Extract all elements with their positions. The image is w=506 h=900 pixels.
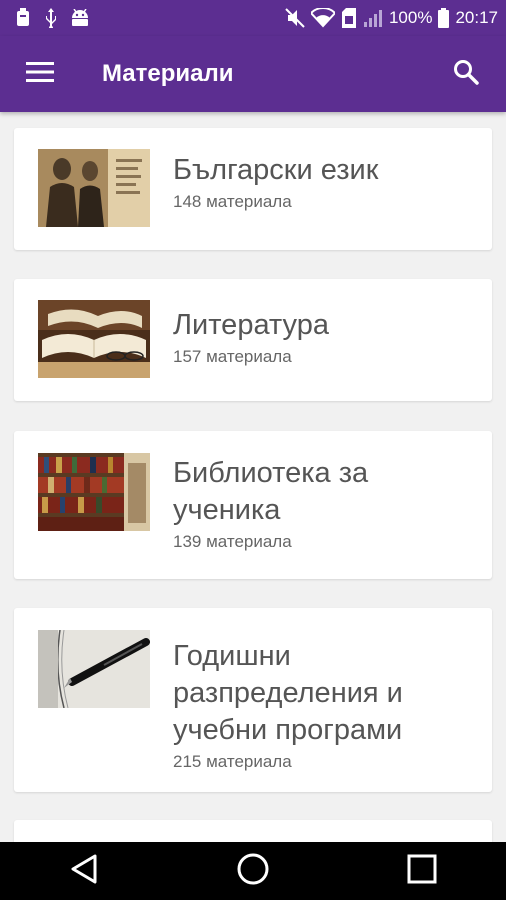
category-count: 148 материала <box>173 192 292 211</box>
category-title: Годишни разпределения и учебни програми <box>173 640 403 746</box>
category-text: Годишни разпределения и учебни програми … <box>173 638 478 773</box>
category-card[interactable]: Литература 157 материала <box>14 279 492 401</box>
back-button[interactable] <box>44 842 124 900</box>
clock: 20:17 <box>455 8 498 27</box>
wifi-icon <box>310 8 335 28</box>
storage-icon <box>14 8 32 28</box>
category-count: 215 материала <box>173 752 292 771</box>
category-title: Библиотека за ученика <box>173 457 369 526</box>
open-books-thumbnail <box>38 300 150 378</box>
category-title: Български език <box>173 154 379 186</box>
category-text: Български език 148 материала <box>173 152 478 213</box>
category-list: Български език 148 материала Литература … <box>0 112 506 842</box>
category-title: Литература <box>173 309 329 341</box>
category-text: Библиотека за ученика 139 материала <box>173 455 478 553</box>
usb-icon <box>44 8 58 28</box>
category-card[interactable]: Български език 148 материала <box>14 128 492 250</box>
category-count: 139 материала <box>173 532 292 551</box>
mute-icon <box>285 8 305 28</box>
pen-notebook-thumbnail <box>38 630 150 708</box>
back-triangle-icon <box>69 853 99 890</box>
hamburger-menu-icon <box>26 61 54 87</box>
status-icons-right: 100% 20:17 <box>285 8 498 28</box>
status-bar: 100% 20:17 <box>0 0 506 36</box>
category-text: Литература 157 материала <box>173 307 478 368</box>
app-bar: Материали <box>0 36 506 112</box>
status-icons-left <box>14 8 90 28</box>
recents-button[interactable] <box>382 842 462 900</box>
battery-icon <box>438 8 450 28</box>
search-icon <box>453 59 479 90</box>
battery-percent: 100% <box>388 8 433 27</box>
category-count: 157 материала <box>173 347 292 366</box>
navigation-bar <box>0 842 506 900</box>
category-card-partial[interactable] <box>14 820 492 842</box>
recents-square-icon <box>407 854 437 889</box>
category-card[interactable]: Годишни разпределения и учебни програми … <box>14 608 492 792</box>
sim-icon <box>341 8 357 28</box>
search-button[interactable] <box>426 36 506 112</box>
category-card[interactable]: Библиотека за ученика 139 материала <box>14 431 492 579</box>
home-circle-icon <box>236 852 270 891</box>
old-photo-thumbnail <box>38 149 150 227</box>
menu-button[interactable] <box>0 36 80 112</box>
library-shelves-thumbnail <box>38 453 150 531</box>
home-button[interactable] <box>213 842 293 900</box>
page-title: Материали <box>102 60 234 87</box>
android-icon <box>70 9 90 27</box>
signal-icon <box>363 8 383 28</box>
